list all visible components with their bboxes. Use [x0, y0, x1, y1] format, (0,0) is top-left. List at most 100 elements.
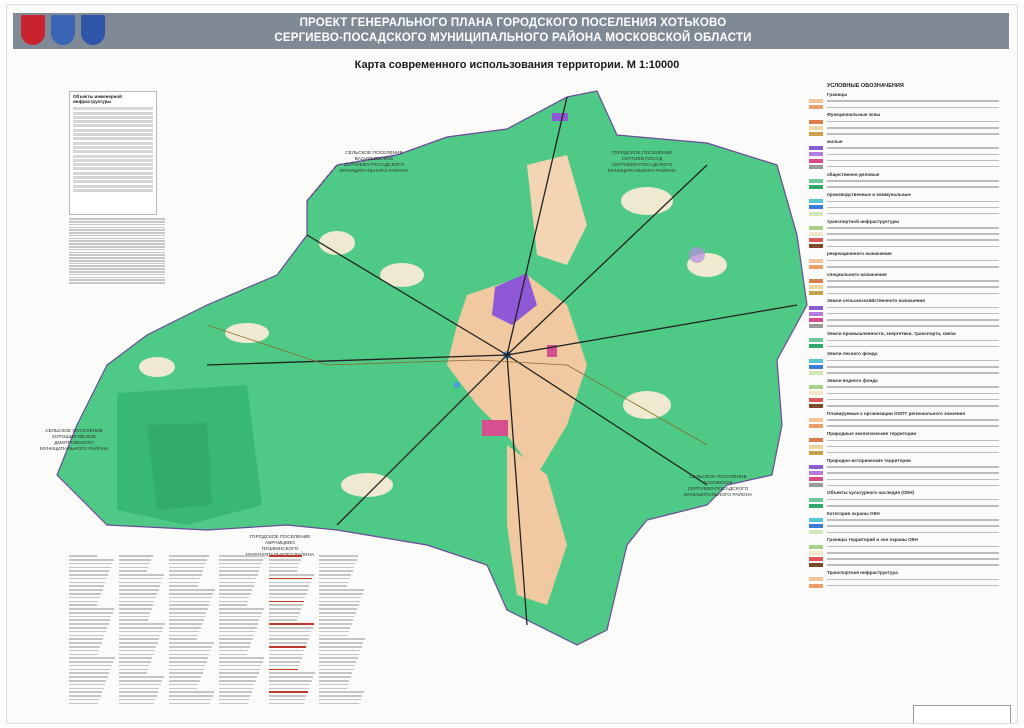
title-block — [913, 705, 1011, 723]
legend-text — [827, 405, 999, 407]
legend-text — [827, 552, 999, 554]
legend-text — [827, 286, 999, 288]
bottom-tables — [69, 553, 369, 721]
legend-text — [827, 578, 999, 581]
legend-swatch — [809, 105, 823, 110]
legend-swatch — [809, 577, 823, 582]
legend-swatch — [809, 324, 823, 329]
legend-text — [827, 239, 999, 241]
legend-text — [827, 206, 999, 209]
legend-swatch — [809, 158, 823, 163]
legend-item — [809, 450, 999, 455]
legend-group-heading: Земли водного фонда — [827, 378, 878, 383]
legend-item — [809, 417, 999, 422]
legend-text — [827, 159, 999, 162]
legend-text — [827, 392, 999, 395]
legend-item — [809, 305, 999, 310]
legend-item — [809, 556, 999, 561]
legend-swatch — [809, 125, 823, 130]
legend-swatch — [809, 503, 823, 508]
legend-item — [809, 403, 999, 408]
legend-item — [809, 211, 999, 216]
legend-swatch — [809, 244, 823, 249]
legend-item — [809, 105, 999, 110]
object-table — [319, 553, 365, 721]
legend-group-heading: Границы — [827, 92, 848, 97]
legend-text — [827, 233, 999, 235]
forest-block — [147, 423, 212, 510]
legend-text — [827, 200, 999, 202]
agricultural-patch — [139, 357, 175, 377]
legend-swatch — [809, 278, 823, 283]
label-khoroshilovskoe: СЕЛЬСКОЕ ПОСЕЛЕНИЕ ХОРОШИЛОВСКОЕ ДМИТРОВСК… — [39, 429, 109, 452]
legend-item — [809, 530, 999, 535]
legend-swatch — [809, 131, 823, 136]
legend-group-heading: Планируемые к организации ООПТ региональ… — [827, 410, 966, 416]
legend-swatch — [809, 264, 823, 269]
legend-item — [809, 324, 999, 329]
legend-swatch — [809, 164, 823, 169]
legend-swatch — [809, 464, 823, 469]
legend-swatch — [809, 583, 823, 588]
legend-group-heading: Категория охраны ОКН — [827, 510, 880, 516]
legend-item — [809, 317, 999, 322]
legend-text — [827, 445, 999, 448]
legend-item — [809, 264, 999, 269]
legend-text — [827, 319, 999, 321]
legend-swatch — [809, 530, 823, 535]
legend-text — [827, 147, 999, 149]
legend-text — [827, 366, 999, 368]
engineering-legend-table: Объекты инженерной инфраструктуры — [69, 91, 157, 215]
legend-text — [827, 531, 999, 534]
legend-text — [827, 498, 999, 501]
agricultural-patch — [621, 187, 673, 215]
legend-swatch — [809, 311, 823, 316]
object-table — [219, 553, 265, 721]
legend-title: УСЛОВНЫЕ ОБОЗНАЧЕНИЯ — [827, 83, 904, 89]
legend-item — [809, 577, 999, 582]
legend-text — [827, 466, 999, 468]
legend-item — [809, 471, 999, 476]
legend-text — [827, 558, 999, 560]
legend-group-heading: Функциональные зоны — [827, 112, 881, 118]
legend-swatch — [809, 438, 823, 443]
legend-item — [809, 385, 999, 390]
water-body — [454, 382, 460, 388]
legend-swatch — [809, 550, 823, 555]
legend-text — [827, 212, 999, 215]
legend-swatch — [809, 471, 823, 476]
legend-item — [809, 119, 999, 124]
legend-text — [827, 484, 999, 487]
legend-swatch — [809, 317, 823, 322]
legend-text — [827, 519, 999, 521]
legend-text — [827, 525, 999, 527]
legend-swatch — [809, 225, 823, 230]
legend-text — [827, 339, 999, 341]
legend-item — [809, 518, 999, 522]
legend-swatch — [809, 364, 823, 369]
object-table — [119, 553, 165, 721]
legend-item — [809, 152, 999, 157]
legend-swatch — [809, 417, 823, 422]
legend-text — [827, 153, 999, 156]
legend-text — [827, 425, 999, 427]
legend-group-heading: Объекты культурного наследия (ОКН) — [827, 490, 915, 496]
legend-text — [827, 584, 999, 587]
legend-item — [809, 99, 999, 104]
legend-text — [827, 386, 999, 388]
legend-text — [827, 359, 999, 362]
legend-swatch — [809, 232, 823, 236]
explanatory-notes — [69, 217, 165, 303]
agricultural-patch — [319, 231, 355, 255]
legend-group-heading: Земли лесного фонда — [827, 351, 878, 357]
legend-swatch — [809, 291, 823, 296]
legend-text — [827, 106, 999, 109]
legend-text — [827, 312, 999, 315]
map-legend: УСЛОВНЫЕ ОБОЗНАЧЕНИЯ Границы Функциональн… — [809, 83, 999, 603]
label-sergiev-posad: ГОРОДСКОЕ ПОСЕЛЕНИЕ СЕРГИЕВ ПОСАД СЕРГИЕВО… — [607, 151, 677, 174]
legend-swatch — [809, 563, 823, 568]
legend-group-heading: Транспортная инфраструктура — [827, 570, 898, 576]
legend-item — [809, 583, 999, 588]
legend-body: Границы Функциональные зоны жилые обществен… — [809, 92, 999, 588]
legend-swatch — [809, 444, 823, 449]
